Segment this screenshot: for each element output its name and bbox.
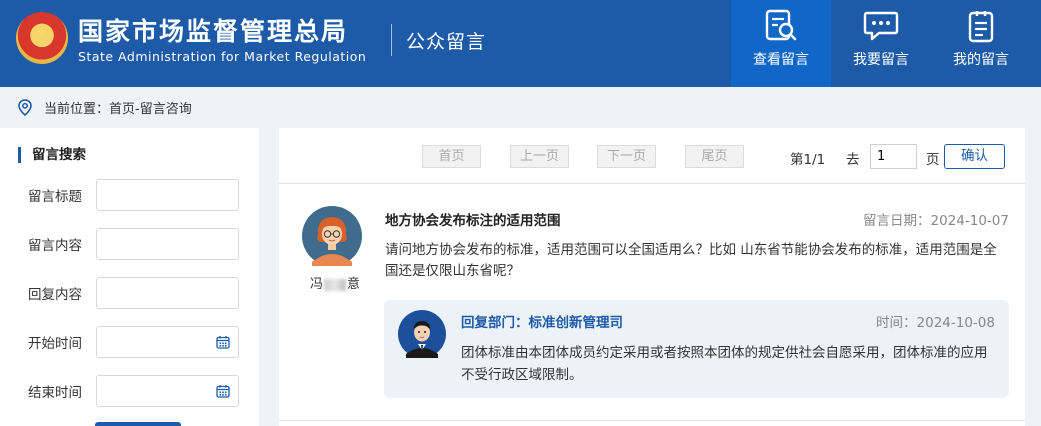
search-panel-title: 留言搜索 — [18, 147, 86, 163]
message-body: 请问地方协会发布的标准，适用范围可以全国适用么？比如 山东省节能协会发布的标准，… — [385, 242, 997, 279]
search-document-icon — [765, 9, 797, 41]
title-field-label: 留言标题 — [28, 189, 82, 205]
reply-body: 团体标准由本团体成员约定采用或者按照本团体的规定供社会自愿采用，团体标准的应用不… — [461, 345, 988, 383]
official-avatar — [398, 310, 446, 358]
nav-label: 查看留言 — [753, 52, 809, 68]
reply-date: 时间：2024-10-08 — [876, 315, 995, 331]
clipboard-list-icon — [968, 11, 994, 43]
divider — [279, 420, 1025, 421]
title-search-input[interactable] — [96, 179, 239, 211]
section-title: 公众留言 — [406, 31, 487, 53]
start-date-label: 开始时间 — [28, 336, 82, 352]
reply-search-input[interactable] — [96, 277, 239, 309]
national-emblem-icon: ★ — [16, 12, 68, 64]
nav-view-messages[interactable]: 查看留言 — [731, 0, 831, 87]
name-mask — [324, 278, 347, 291]
header-divider — [391, 24, 392, 56]
last-page-button[interactable]: 尾页 — [685, 145, 744, 168]
message-list-panel: 首页 上一页 下一页 尾页 第1/1 去 页 确认 冯意 地方协会发布标注的适用… — [279, 128, 1025, 426]
go-to-label: 去 — [846, 152, 860, 168]
next-page-button[interactable]: 下一页 — [597, 145, 656, 168]
calendar-icon[interactable] — [216, 384, 230, 398]
page-info: 第1/1 — [790, 152, 826, 168]
content-field-label: 留言内容 — [28, 238, 82, 254]
header-bar: ★ 国家市场监督管理总局 State Administration for Ma… — [0, 0, 1041, 87]
end-date-label: 结束时间 — [28, 385, 82, 401]
reply-box: 回复部门：标准创新管理司 时间：2024-10-08 团体标准由本团体成员约定采… — [384, 300, 1009, 398]
nav-label: 我要留言 — [853, 52, 909, 68]
nav-leave-message[interactable]: 我要留言 — [831, 0, 931, 87]
breadcrumb-label: 当前位置： — [44, 101, 110, 117]
page-number-input[interactable] — [870, 144, 917, 169]
first-page-button[interactable]: 首页 — [422, 145, 481, 168]
message-date: 留言日期：2024-10-07 — [863, 213, 1009, 229]
message-title[interactable]: 地方协会发布标注的适用范围 — [385, 209, 561, 229]
page-unit-label: 页 — [926, 152, 940, 168]
divider — [279, 183, 1025, 184]
breadcrumb: 当前位置： 首页-留言咨询 — [18, 97, 192, 117]
prev-page-button[interactable]: 上一页 — [510, 145, 569, 168]
user-avatar — [302, 206, 362, 266]
agency-title: 国家市场监督管理总局 — [78, 17, 349, 46]
nav-my-messages[interactable]: 我的留言 — [931, 0, 1031, 87]
breadcrumb-path[interactable]: 首页-留言咨询 — [109, 98, 192, 117]
content-search-input[interactable] — [96, 228, 239, 260]
calendar-icon[interactable] — [216, 335, 230, 349]
reply-field-label: 回复内容 — [28, 287, 82, 303]
reply-department: 回复部门：标准创新管理司 — [461, 315, 623, 331]
search-panel: 留言搜索 留言标题 留言内容 回复内容 开始时间 结束时间 — [0, 128, 259, 426]
nav-label: 我的留言 — [953, 52, 1009, 68]
confirm-page-button[interactable]: 确认 — [944, 144, 1005, 169]
location-pin-icon — [18, 98, 32, 116]
chat-bubble-icon — [863, 11, 899, 41]
agency-title-en: State Administration for Market Regulati… — [78, 49, 367, 64]
user-name: 冯意 — [310, 277, 361, 292]
search-submit-button[interactable] — [95, 422, 181, 426]
